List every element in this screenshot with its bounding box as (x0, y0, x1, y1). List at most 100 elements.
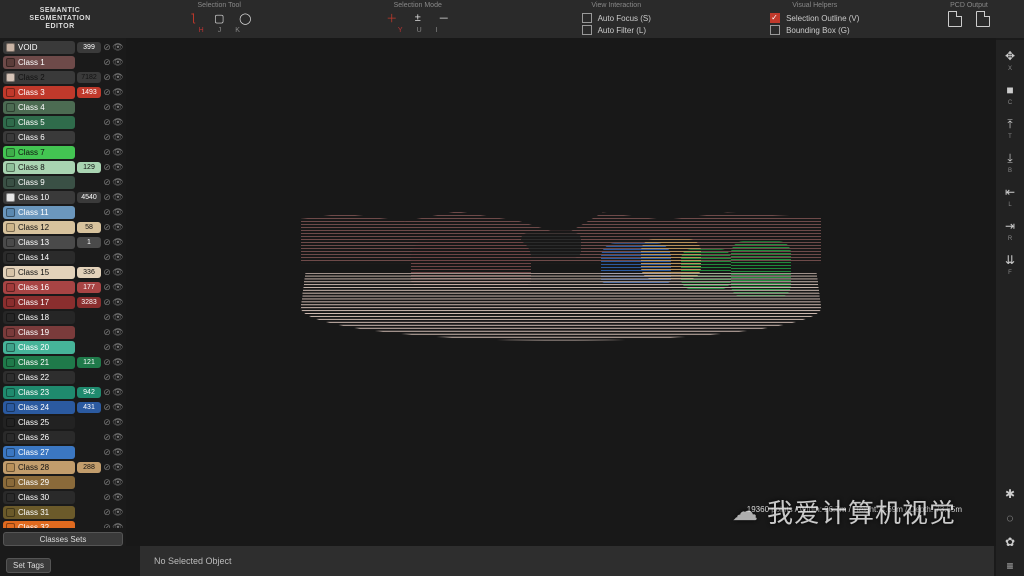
class-pill[interactable]: Class 1 (3, 56, 75, 69)
class-visibility-icon[interactable]: 👁 (113, 492, 123, 502)
class-row-0[interactable]: VOID399⊘👁 (3, 40, 123, 54)
class-visibility-icon[interactable]: 👁 (113, 432, 123, 442)
class-pill[interactable]: Class 31 (3, 506, 75, 519)
class-pill[interactable]: Class 5 (3, 116, 75, 129)
circle-tool-icon[interactable]: ◯ (239, 12, 251, 24)
class-pill[interactable]: Class 32 (3, 521, 75, 529)
class-visibility-icon[interactable]: 👁 (113, 222, 123, 232)
class-hide-icon[interactable]: ⊘ (103, 297, 111, 307)
class-row-3[interactable]: Class 31493⊘👁 (3, 85, 123, 99)
class-row-10[interactable]: Class 104540⊘👁 (3, 190, 123, 204)
class-pill[interactable]: Class 21 (3, 356, 75, 369)
rect-tool-icon[interactable]: ▢ (213, 12, 225, 24)
class-visibility-icon[interactable]: 👁 (113, 297, 123, 307)
class-hide-icon[interactable]: ⊘ (103, 132, 111, 142)
class-pill[interactable]: Class 16 (3, 281, 75, 294)
view-reset-button[interactable]: ✥ (1000, 46, 1020, 66)
pcd-export-icon[interactable] (948, 11, 962, 27)
view-front-button[interactable]: ⇊ (1000, 250, 1020, 270)
view-bottom-button[interactable]: ⤓ (1000, 148, 1020, 168)
camera-button[interactable]: ■ (1000, 80, 1020, 100)
class-row-31[interactable]: Class 31⊘👁 (3, 505, 123, 519)
target-tool-button[interactable]: ◌ (1000, 508, 1020, 528)
class-visibility-icon[interactable]: 👁 (113, 387, 123, 397)
bounding-box-checkbox[interactable]: Bounding Box (G) (770, 25, 850, 35)
class-hide-icon[interactable]: ⊘ (103, 87, 111, 97)
class-row-20[interactable]: Class 20⊘👁 (3, 340, 123, 354)
auto-focus-checkbox[interactable]: Auto Focus (S) (582, 13, 651, 23)
class-row-13[interactable]: Class 131⊘👁 (3, 235, 123, 249)
pointcloud-viewport[interactable]: 19360 points / Width: 26.7m / Height: 4.… (126, 38, 996, 546)
selection-outline-checkbox[interactable]: Selection Outline (V) (770, 13, 859, 23)
class-row-4[interactable]: Class 4⊘👁 (3, 100, 123, 114)
class-hide-icon[interactable]: ⊘ (103, 192, 111, 202)
class-row-24[interactable]: Class 24431⊘👁 (3, 400, 123, 414)
class-hide-icon[interactable]: ⊘ (103, 402, 111, 412)
class-visibility-icon[interactable]: 👁 (113, 192, 123, 202)
class-visibility-icon[interactable]: 👁 (113, 72, 123, 82)
class-row-23[interactable]: Class 23942⊘👁 (3, 385, 123, 399)
class-visibility-icon[interactable]: 👁 (113, 162, 123, 172)
class-visibility-icon[interactable]: 👁 (113, 417, 123, 427)
class-hide-icon[interactable]: ⊘ (103, 447, 111, 457)
class-hide-icon[interactable]: ⊘ (103, 72, 111, 82)
class-visibility-icon[interactable]: 👁 (113, 147, 123, 157)
class-visibility-icon[interactable]: 👁 (113, 57, 123, 67)
class-pill[interactable]: Class 25 (3, 416, 75, 429)
class-pill[interactable]: Class 2 (3, 71, 75, 84)
class-pill[interactable]: Class 8 (3, 161, 75, 174)
class-row-14[interactable]: Class 14 ⊘👁 (3, 250, 123, 264)
class-pill[interactable]: Class 29 (3, 476, 75, 489)
class-hide-icon[interactable]: ⊘ (103, 147, 111, 157)
class-visibility-icon[interactable]: 👁 (113, 42, 123, 52)
mode-toggle-icon[interactable]: ± (412, 12, 424, 24)
class-visibility-icon[interactable]: 👁 (113, 522, 123, 528)
class-visibility-icon[interactable]: 👁 (113, 177, 123, 187)
class-hide-icon[interactable]: ⊘ (103, 432, 111, 442)
class-hide-icon[interactable]: ⊘ (103, 117, 111, 127)
class-pill[interactable]: Class 14 (3, 251, 75, 264)
class-pill[interactable]: VOID (3, 41, 75, 54)
class-pill[interactable]: Class 28 (3, 461, 75, 474)
class-row-18[interactable]: Class 18⊘👁 (3, 310, 123, 324)
class-row-22[interactable]: Class 22⊘👁 (3, 370, 123, 384)
class-visibility-icon[interactable]: 👁 (113, 267, 123, 277)
class-row-26[interactable]: Class 26⊘👁 (3, 430, 123, 444)
class-hide-icon[interactable]: ⊘ (103, 42, 111, 52)
class-pill[interactable]: Class 30 (3, 491, 75, 504)
class-row-16[interactable]: Class 16177⊘👁 (3, 280, 123, 294)
class-visibility-icon[interactable]: 👁 (113, 117, 123, 127)
class-pill[interactable]: Class 12 (3, 221, 75, 234)
class-hide-icon[interactable]: ⊘ (103, 462, 111, 472)
set-tags-button[interactable]: Set Tags (6, 558, 51, 573)
class-row-5[interactable]: Class 5 ⊘👁 (3, 115, 123, 129)
class-visibility-icon[interactable]: 👁 (113, 252, 123, 262)
class-hide-icon[interactable]: ⊘ (103, 222, 111, 232)
class-visibility-icon[interactable]: 👁 (113, 447, 123, 457)
class-hide-icon[interactable]: ⊘ (103, 417, 111, 427)
class-visibility-icon[interactable]: 👁 (113, 87, 123, 97)
auto-filter-checkbox[interactable]: Auto Filter (L) (582, 25, 646, 35)
class-pill[interactable]: Class 9 (3, 176, 75, 189)
class-row-25[interactable]: Class 25 ⊘👁 (3, 415, 123, 429)
class-pill[interactable]: Class 17 (3, 296, 75, 309)
class-visibility-icon[interactable]: 👁 (113, 282, 123, 292)
class-pill[interactable]: Class 24 (3, 401, 75, 414)
class-hide-icon[interactable]: ⊘ (103, 477, 111, 487)
class-hide-icon[interactable]: ⊘ (103, 372, 111, 382)
class-row-32[interactable]: Class 32 ⊘👁 (3, 520, 123, 528)
view-right-button[interactable]: ⇥ (1000, 216, 1020, 236)
class-row-7[interactable]: Class 7⊘👁 (3, 145, 123, 159)
class-pill[interactable]: Class 20 (3, 341, 75, 354)
class-hide-icon[interactable]: ⊘ (103, 282, 111, 292)
class-hide-icon[interactable]: ⊘ (103, 237, 111, 247)
settings-button[interactable]: ✿ (1000, 532, 1020, 552)
class-hide-icon[interactable]: ⊘ (103, 522, 111, 528)
class-visibility-icon[interactable]: 👁 (113, 102, 123, 112)
class-row-11[interactable]: Class 11⊘👁 (3, 205, 123, 219)
class-hide-icon[interactable]: ⊘ (103, 252, 111, 262)
class-pill[interactable]: Class 23 (3, 386, 75, 399)
class-visibility-icon[interactable]: 👁 (113, 312, 123, 322)
class-hide-icon[interactable]: ⊘ (103, 357, 111, 367)
lasso-tool-icon[interactable]: ƪ (187, 12, 199, 24)
